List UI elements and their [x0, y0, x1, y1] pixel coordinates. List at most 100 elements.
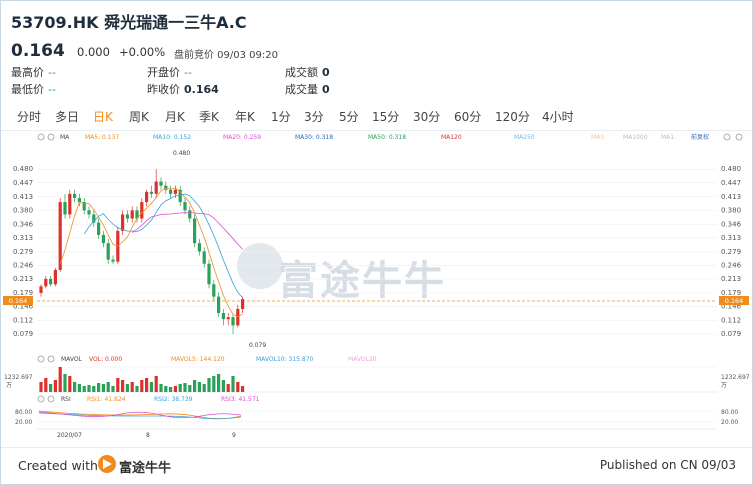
volume-bar [197, 382, 201, 392]
volume-bar [106, 382, 110, 392]
tab-120min[interactable]: 120分 [495, 108, 530, 125]
quote-header: 53709.HK 舜光瑞通一三牛A.C 0.164 0.000 +0.00% 盘… [11, 7, 742, 101]
volume-bar [202, 384, 206, 392]
volume-bar [53, 380, 57, 392]
y-tick-label-right: 0.246 [721, 261, 742, 269]
volume-bar [58, 367, 62, 392]
ma5-line [59, 187, 243, 318]
high-annotation: 0.480 [173, 150, 190, 157]
candle-body [217, 296, 221, 314]
volume-bar [164, 386, 168, 392]
brand-name: 富途牛牛 [119, 461, 172, 476]
volume-bar [111, 386, 115, 392]
close-icon[interactable] [47, 133, 55, 141]
volume-bar [44, 378, 48, 392]
rsi-close-icon[interactable] [47, 395, 55, 403]
volume-bar [140, 380, 144, 392]
candle-body [121, 214, 125, 231]
rsi-legend: RSI RSI1: 41.824 RSI2: 38.739 RSI3: 41.5… [37, 395, 260, 403]
tab-yearly-k[interactable]: 年K [235, 108, 255, 125]
volume-bar [183, 383, 187, 392]
mavol20-label: MAVOL20 [348, 356, 377, 363]
volume-bar [217, 374, 221, 392]
y-tick-label-right: 0.079 [721, 330, 741, 338]
volume-bar [97, 383, 101, 392]
volume-bar [39, 382, 43, 392]
settings-icon[interactable] [37, 133, 45, 141]
rsi-settings-icon[interactable] [37, 395, 45, 403]
current-price-text-left: 0.164 [9, 297, 28, 305]
expand-icon[interactable] [735, 133, 743, 141]
ma50-label: MA50: 0.318 [368, 134, 406, 141]
candle-body [44, 278, 48, 287]
volume-bar [68, 376, 72, 392]
candle-body [212, 284, 216, 297]
candle-body [106, 243, 110, 260]
volume-bar [173, 386, 177, 392]
ma-lines [59, 187, 243, 318]
stat-volume: 成交量 0 [285, 83, 330, 96]
volume-bar [125, 384, 129, 392]
vol-tick-left: 1232.697 [4, 374, 33, 381]
volume-bar [63, 374, 67, 392]
vol-unit-left: 万 [6, 382, 12, 389]
stat-turnover: 成交额 0 [285, 66, 330, 79]
period-tabs: 分时 多日 日K 周K 月K 季K 年K 1分 3分 5分 15分 30分 60… [1, 101, 752, 131]
tab-1min[interactable]: 1分 [271, 108, 291, 125]
price-grid [37, 168, 717, 335]
adjust-toggle[interactable]: 前复权 [691, 133, 709, 141]
chart-svg: MA MA5: 0.137 MA10: 0.152 MA20: 0.259 MA… [3, 133, 750, 439]
tab-monthly-k[interactable]: 月K [165, 108, 185, 125]
tab-weekly-k[interactable]: 周K [129, 108, 149, 125]
y-tick-label-left: 0.179 [13, 289, 33, 297]
candle-body [202, 251, 206, 264]
tab-intraday[interactable]: 分时 [17, 108, 41, 125]
current-price-text-right: 0.164 [725, 297, 744, 305]
rsi1-label: RSI1: 41.824 [87, 396, 126, 403]
vol-settings-icon[interactable] [37, 355, 45, 363]
price-change-pct: +0.00% [119, 45, 166, 59]
tab-60min[interactable]: 60分 [454, 108, 481, 125]
volume-bar [87, 385, 91, 392]
tab-15min[interactable]: 15分 [372, 108, 399, 125]
vol-label: VOL: 0.000 [89, 356, 122, 363]
volume-bar [231, 376, 235, 392]
candle-body [101, 234, 105, 244]
info-icon[interactable] [723, 133, 731, 141]
vol-close-icon[interactable] [47, 355, 55, 363]
volume-bar [226, 384, 230, 392]
tab-quarterly-k[interactable]: 季K [199, 108, 219, 125]
tab-30min[interactable]: 30分 [413, 108, 440, 125]
vol-unit-right: 万 [721, 382, 727, 389]
tab-4hour[interactable]: 4小时 [542, 108, 574, 125]
candle-body [63, 202, 67, 215]
x-tick-sep: 9 [232, 432, 236, 439]
y-tick-label-left: 0.279 [13, 248, 33, 256]
volume-bar [101, 384, 105, 392]
y-tick-label-left: 0.447 [13, 179, 33, 187]
y-tick-label-left: 0.380 [13, 206, 33, 214]
tab-daily-k[interactable]: 日K [93, 108, 113, 125]
created-with-text: Created with [18, 458, 98, 473]
volume-bar [193, 380, 197, 392]
ma10-label: MA10: 0.152 [153, 134, 191, 141]
candle-body [221, 313, 225, 320]
y-tick-label-left: 0.313 [13, 234, 33, 242]
candle-body [154, 181, 158, 194]
tab-5min[interactable]: 5分 [339, 108, 359, 125]
tab-3min[interactable]: 3分 [304, 108, 324, 125]
y-tick-label-right: 0.313 [721, 234, 741, 242]
ma-legend: MA MA5: 0.137 MA10: 0.152 MA20: 0.259 MA… [37, 133, 743, 141]
rsi-20-right: 20.00 [721, 419, 738, 426]
candle-body [183, 202, 187, 211]
kline-chart[interactable]: 富途牛牛 MA MA5: 0.137 MA10: 0.152 MA20: 0.2… [1, 131, 752, 443]
candle-body [241, 299, 245, 309]
candle-body [97, 222, 101, 235]
candle-body [169, 189, 173, 194]
y-tick-label-right: 0.480 [721, 165, 741, 173]
ma30-label: MA30: 0.318 [295, 134, 333, 141]
ma-label: MA [60, 134, 70, 141]
rsi-20-left: 20.00 [15, 419, 32, 426]
y-tick-label-right: 0.447 [721, 179, 741, 187]
tab-multi-day[interactable]: 多日 [55, 108, 79, 125]
